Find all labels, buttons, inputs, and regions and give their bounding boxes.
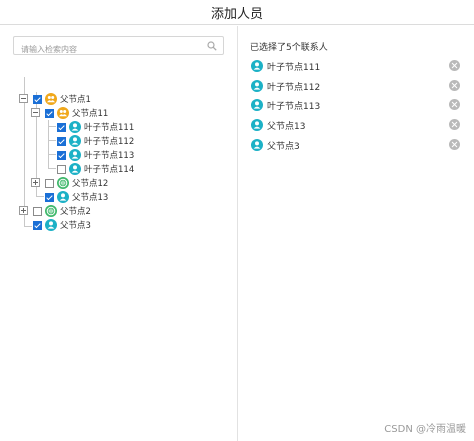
dialog-header: 添加人员 xyxy=(0,0,474,25)
remove-icon[interactable] xyxy=(449,60,460,71)
tree-node-label: 父节点12 xyxy=(72,179,109,189)
tree-checkbox[interactable] xyxy=(45,178,54,188)
selected-item-label: 叶子节点113 xyxy=(267,101,321,112)
person-icon xyxy=(251,139,263,151)
remove-icon[interactable] xyxy=(449,80,460,91)
dialog-title: 添加人员 xyxy=(210,6,263,22)
expand-toggle-parent2[interactable] xyxy=(19,206,28,215)
tree-checkbox[interactable] xyxy=(33,94,42,104)
person-icon xyxy=(45,219,57,231)
group-icon xyxy=(57,107,69,119)
tree-node-leaf112[interactable]: 叶子节点112 xyxy=(57,134,134,148)
tree-node-leaf111[interactable]: 叶子节点111 xyxy=(57,120,134,134)
tree-node-label: 叶子节点114 xyxy=(84,165,135,175)
tree-checkbox[interactable] xyxy=(57,136,66,146)
tree-checkbox[interactable] xyxy=(57,164,66,174)
tree-checkbox[interactable] xyxy=(57,150,66,160)
tree-checkbox[interactable] xyxy=(57,122,66,132)
tree-checkbox[interactable] xyxy=(33,206,42,216)
remove-icon[interactable] xyxy=(449,139,460,150)
expand-toggle-parent12[interactable] xyxy=(31,178,40,187)
tree-node-label: 叶子节点111 xyxy=(84,123,135,133)
person-icon xyxy=(251,99,263,111)
tree-checkbox[interactable] xyxy=(33,220,42,230)
person-icon xyxy=(251,119,263,131)
contact-tree: 父节点1 父节点11 叶子节点111 叶子节点112 叶子节点113 叶子节点1… xyxy=(0,26,237,231)
watermark: CSDN @冷雨温暖 xyxy=(384,424,466,435)
tree-node-label: 叶子节点112 xyxy=(84,137,135,147)
person-icon xyxy=(57,191,69,203)
expand-toggle-parent1[interactable] xyxy=(19,94,28,103)
tree-node-label: 父节点11 xyxy=(72,109,109,119)
tree-node-parent11[interactable]: 父节点11 xyxy=(45,106,108,120)
expand-toggle-parent11[interactable] xyxy=(31,108,40,117)
remove-icon[interactable] xyxy=(449,119,460,130)
left-panel: 父节点1 父节点11 叶子节点111 叶子节点112 xyxy=(0,26,237,441)
person-icon xyxy=(69,149,81,161)
tree-node-label: 父节点3 xyxy=(60,221,91,231)
person-icon xyxy=(69,163,81,175)
tree-node-label: 父节点1 xyxy=(60,95,91,105)
selected-count-title: 已选择了5个联系人 xyxy=(250,43,328,53)
tree-node-parent1[interactable]: 父节点1 xyxy=(33,92,91,106)
person-icon xyxy=(69,121,81,133)
group-icon xyxy=(57,177,69,189)
selected-item-label: 父节点3 xyxy=(267,141,300,152)
tree-node-leaf113[interactable]: 叶子节点113 xyxy=(57,148,134,162)
tree-node-leaf114[interactable]: 叶子节点114 xyxy=(57,162,134,176)
group-icon xyxy=(45,205,57,217)
person-icon xyxy=(251,60,263,72)
tree-node-label: 叶子节点113 xyxy=(84,151,135,161)
tree-checkbox[interactable] xyxy=(45,108,54,118)
selected-item: 父节点13 xyxy=(251,118,463,132)
tree-node-parent2[interactable]: 父节点2 xyxy=(33,204,91,218)
tree-checkbox[interactable] xyxy=(45,192,54,202)
tree-node-parent3[interactable]: 父节点3 xyxy=(33,218,91,232)
selected-item: 叶子节点113 xyxy=(251,98,463,112)
selected-item-label: 叶子节点111 xyxy=(267,62,321,73)
selected-item-label: 叶子节点112 xyxy=(267,82,321,93)
group-icon xyxy=(45,93,57,105)
tree-node-parent13[interactable]: 父节点13 xyxy=(45,190,108,204)
selected-item: 父节点3 xyxy=(251,138,463,152)
tree-node-label: 父节点2 xyxy=(60,207,91,217)
selected-item: 叶子节点111 xyxy=(251,59,463,73)
selected-item-label: 父节点13 xyxy=(267,121,306,132)
tree-node-parent12[interactable]: 父节点12 xyxy=(45,176,108,190)
selected-item: 叶子节点112 xyxy=(251,79,463,93)
selected-panel: 已选择了5个联系人 叶子节点111 叶子节点112 叶子节点113 父节点13 … xyxy=(238,26,474,441)
person-icon xyxy=(251,80,263,92)
tree-node-label: 父节点13 xyxy=(72,193,109,203)
remove-icon[interactable] xyxy=(449,99,460,110)
person-icon xyxy=(69,135,81,147)
